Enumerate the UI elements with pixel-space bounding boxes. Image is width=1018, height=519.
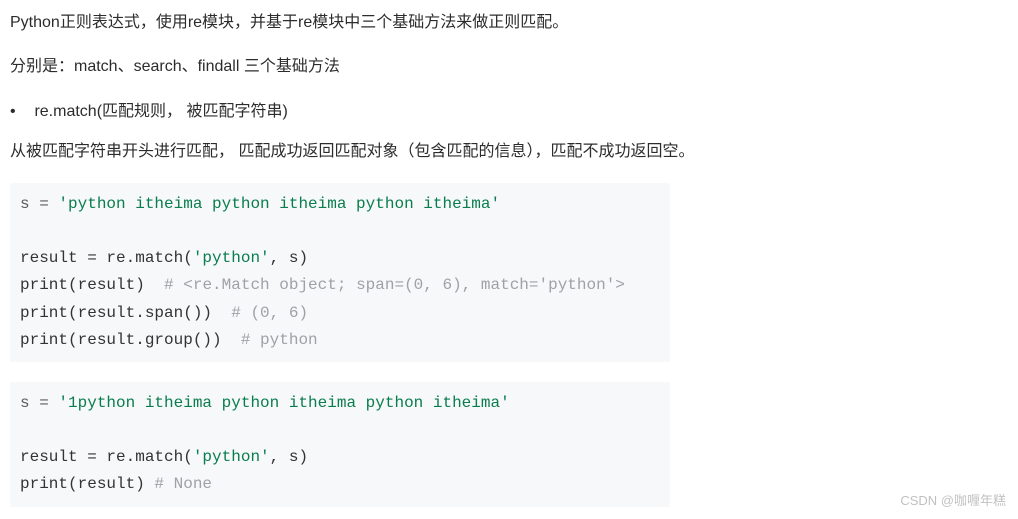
bullet-text: re.match(匹配规则， 被匹配字符串): [34, 103, 287, 120]
code-line: result = re.match('python', s): [20, 448, 308, 466]
paragraph-methods: 分别是：match、search、findall 三个基础方法: [10, 54, 1008, 80]
code-line: print(result.span()) # (0, 6): [20, 304, 308, 322]
paragraph-desc: 从被匹配字符串开头进行匹配， 匹配成功返回匹配对象（包含匹配的信息），匹配不成功…: [10, 139, 1008, 165]
code-block-2: s = '1python itheima python itheima pyth…: [10, 382, 670, 507]
code-line: print(result) # None: [20, 475, 212, 493]
watermark: CSDN @咖喱年糕: [900, 490, 1006, 509]
code-line: print(result.group()) # python: [20, 331, 318, 349]
code-line: s = 'python itheima python itheima pytho…: [20, 195, 500, 213]
code-line: print(result) # <re.Match object; span=(…: [20, 276, 625, 294]
code-block-1: s = 'python itheima python itheima pytho…: [10, 183, 670, 362]
code-line: result = re.match('python', s): [20, 249, 308, 267]
paragraph-intro: Python正则表达式，使用re模块，并基于re模块中三个基础方法来做正则匹配。: [10, 10, 1008, 36]
code-line: s = '1python itheima python itheima pyth…: [20, 394, 510, 412]
bullet-dot: •: [10, 103, 30, 121]
bullet-rematch: • re.match(匹配规则， 被匹配字符串): [10, 97, 1008, 121]
